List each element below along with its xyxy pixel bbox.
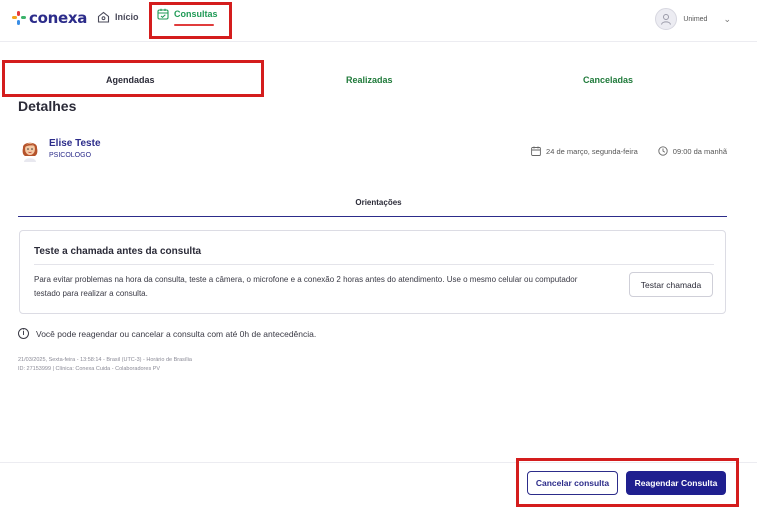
- page-title: Detalhes: [18, 98, 77, 114]
- professional-name: Elise Teste: [49, 138, 101, 149]
- professional-role: PSICOLOGO: [49, 152, 92, 159]
- meta-timestamp: 21/03/2025, Sexta-feira - 13:58:14 - Bra…: [18, 357, 192, 363]
- nav-home[interactable]: Início: [97, 11, 139, 23]
- tab-canceladas[interactable]: Canceladas: [583, 75, 633, 85]
- nav-home-label: Início: [115, 12, 139, 22]
- highlight-box-consultas: [149, 2, 232, 39]
- calendar-icon: [531, 146, 541, 156]
- user-avatar: [655, 8, 678, 30]
- reschedule-appointment-button[interactable]: Reagendar Consulta: [626, 471, 726, 495]
- appointment-schedule: 24 de março, segunda-feira 09:00 da manh…: [531, 146, 727, 156]
- top-navigation: conexa Início Consultas Unimed ⌄: [0, 0, 757, 42]
- professional-avatar-icon: [22, 142, 38, 162]
- conexa-logo-icon: [12, 11, 26, 25]
- appointment-date: 24 de março, segunda-feira: [546, 146, 638, 156]
- meta-clinic: ID: 27153999 | Clínica: Conexa Cuida - C…: [18, 366, 161, 372]
- test-call-title: Teste a chamada antes da consulta: [34, 246, 202, 257]
- cancel-appointment-button[interactable]: Cancelar consulta: [527, 471, 618, 495]
- orientations-divider: [18, 216, 727, 217]
- orientations-heading: Orientações: [355, 198, 402, 207]
- appointment-meta: 21/03/2025, Sexta-feira - 13:58:14 - Bra…: [18, 356, 192, 374]
- user-name: Unimed: [683, 15, 708, 23]
- chevron-down-icon: ⌄: [723, 13, 731, 24]
- tab-realizadas[interactable]: Realizadas: [346, 75, 393, 85]
- test-call-description: Para evitar problemas na hora da consult…: [34, 275, 578, 298]
- conexa-logo[interactable]: conexa: [12, 9, 87, 27]
- brand-name: conexa: [29, 9, 88, 27]
- appointment-time: 09:00 da manhã: [672, 146, 727, 156]
- reschedule-info: i Você pode reagendar ou cancelar a cons…: [18, 328, 316, 339]
- professional-info: Elise Teste PSICOLOGO: [20, 138, 101, 162]
- highlight-box-agendadas: [2, 60, 264, 97]
- test-call-card: Teste a chamada antes da consulta Para e…: [19, 230, 726, 314]
- info-icon: i: [18, 328, 29, 339]
- reschedule-info-text: Você pode reagendar ou cancelar a consul…: [36, 328, 317, 339]
- test-call-button[interactable]: Testar chamada: [629, 272, 713, 297]
- home-icon: [97, 11, 110, 23]
- user-menu[interactable]: Unimed ⌄: [655, 8, 731, 30]
- clock-icon: [658, 146, 668, 156]
- card-divider: [34, 264, 714, 265]
- user-icon: [661, 14, 672, 25]
